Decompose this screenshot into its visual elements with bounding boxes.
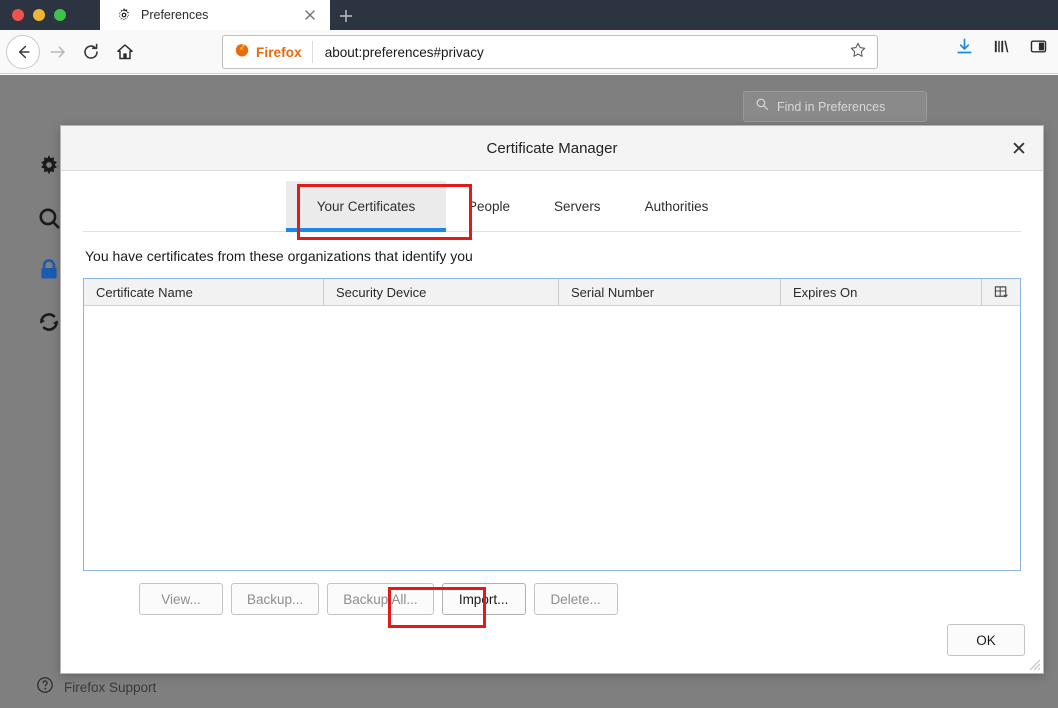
view-button[interactable]: View... [139, 583, 223, 615]
search-input[interactable]: Find in Preferences [743, 91, 927, 122]
certificate-action-buttons: View... Backup... Backup All... Import..… [139, 583, 1043, 615]
maximize-window-button[interactable] [54, 9, 66, 21]
url-bar[interactable]: Firefox about:preferences#privacy [222, 35, 878, 69]
tab-strip: Preferences [0, 0, 1058, 30]
tab-title: Preferences [141, 8, 209, 22]
forward-button[interactable] [40, 35, 74, 69]
dialog-header: Certificate Manager ✕ [61, 126, 1043, 171]
search-icon [755, 97, 769, 116]
tab-servers-label: Servers [554, 199, 601, 214]
back-button[interactable] [6, 34, 40, 69]
backup-all-button-label: Backup All... [343, 591, 418, 607]
url-text[interactable]: about:preferences#privacy [313, 45, 849, 60]
tabs-leading-spacer [83, 181, 286, 231]
minimize-window-button[interactable] [33, 9, 45, 21]
backup-button-label: Backup... [247, 591, 304, 607]
delete-button[interactable]: Delete... [533, 583, 618, 615]
close-icon[interactable]: ✕ [1007, 137, 1031, 161]
certificate-manager-dialog: Certificate Manager ✕ Your Certificates … [60, 125, 1044, 674]
view-button-label: View... [161, 591, 201, 607]
firefox-logo-icon [234, 42, 250, 63]
identity-label: Firefox [256, 44, 302, 60]
home-button[interactable] [108, 35, 142, 69]
reload-button[interactable] [74, 35, 108, 69]
table-body-empty[interactable] [84, 306, 1020, 570]
toolbar-right-icons [955, 37, 1048, 61]
sidebar-icon[interactable] [1029, 37, 1048, 61]
import-button[interactable]: Import... [441, 583, 526, 615]
table-header-row: Certificate Name Security Device Serial … [84, 279, 1020, 306]
close-window-button[interactable] [12, 9, 24, 21]
backup-button[interactable]: Backup... [231, 583, 320, 615]
tab-people[interactable]: People [446, 181, 532, 232]
tab-your-certificates-label: Your Certificates [316, 199, 416, 214]
import-button-label: Import... [458, 591, 509, 607]
ok-button-row: OK [947, 624, 1025, 656]
window-controls [12, 9, 66, 21]
tab-servers[interactable]: Servers [532, 181, 623, 232]
question-circle-icon [36, 676, 54, 699]
dialog-title: Certificate Manager [486, 139, 618, 157]
new-tab-button[interactable] [334, 4, 358, 28]
certificates-list[interactable]: Certificate Name Security Device Serial … [83, 278, 1021, 571]
close-icon[interactable] [302, 7, 318, 23]
tab-your-certificates[interactable]: Your Certificates [286, 181, 446, 232]
column-picker-icon[interactable] [982, 279, 1020, 305]
backup-all-button[interactable]: Backup All... [327, 583, 434, 615]
delete-button-label: Delete... [550, 591, 601, 607]
resize-grip-icon[interactable] [1025, 655, 1041, 671]
dialog-description: You have certificates from these organiz… [85, 248, 473, 264]
identity-badge[interactable]: Firefox [223, 42, 312, 63]
column-header-serial-number[interactable]: Serial Number [559, 279, 781, 305]
firefox-support-label: Firefox Support [64, 680, 157, 695]
tab-authorities[interactable]: Authorities [623, 181, 731, 232]
firefox-support-link[interactable]: Firefox Support [36, 676, 156, 699]
gear-icon [116, 7, 132, 23]
browser-window: Preferences Firefox about:preferences#pr… [0, 0, 1058, 708]
column-header-expires-on[interactable]: Expires On [781, 279, 982, 305]
ok-button[interactable]: OK [947, 624, 1025, 656]
ok-button-label: OK [976, 632, 996, 648]
column-header-certificate-name[interactable]: Certificate Name [84, 279, 324, 305]
library-icon[interactable] [992, 37, 1011, 61]
tab-authorities-label: Authorities [644, 199, 709, 214]
star-icon[interactable] [849, 41, 867, 64]
download-icon[interactable] [955, 37, 974, 61]
certificate-tabs: Your Certificates People Servers Authori… [83, 181, 1021, 232]
tab-people-label: People [468, 199, 511, 214]
browser-tab-preferences[interactable]: Preferences [100, 0, 330, 30]
search-placeholder: Find in Preferences [777, 99, 886, 114]
column-header-security-device[interactable]: Security Device [324, 279, 559, 305]
